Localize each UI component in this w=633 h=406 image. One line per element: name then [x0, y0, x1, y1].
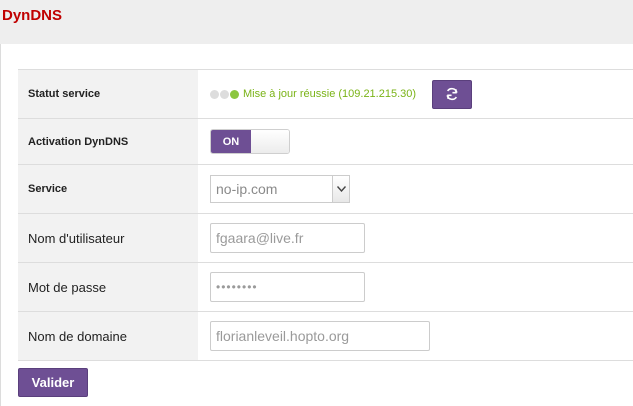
chevron-down-icon [332, 176, 349, 202]
service-selected-value: no-ip.com [216, 181, 278, 197]
row-service: Service no-ip.com [18, 164, 633, 214]
domain-field[interactable]: florianleveil.hopto.org [210, 321, 430, 351]
toggle-off-handle [251, 130, 289, 153]
header-bar: DynDNS [0, 0, 633, 44]
password-label: Mot de passe [18, 262, 198, 312]
service-label: Service [18, 164, 198, 214]
page-title: DynDNS [2, 7, 63, 24]
row-domain: Nom de domaine florianleveil.hopto.org [18, 311, 633, 361]
row-username: Nom d'utilisateur fgaara@live.fr [18, 213, 633, 263]
status-dots [210, 89, 239, 99]
row-password: Mot de passe •••••••• [18, 262, 633, 312]
status-dot-active [230, 89, 239, 99]
submit-button[interactable]: Valider [18, 368, 88, 397]
row-service-status: Statut service Mise à jour réussie (109.… [18, 69, 633, 119]
username-field[interactable]: fgaara@live.fr [210, 223, 365, 253]
refresh-button[interactable] [432, 79, 473, 109]
refresh-icon [446, 87, 458, 101]
password-field[interactable]: •••••••• [210, 272, 365, 302]
status-label: Statut service [18, 69, 198, 119]
status-dot-2 [220, 89, 229, 99]
status-dot-1 [210, 89, 219, 99]
activation-label: Activation DynDNS [18, 118, 198, 165]
status-message: Mise à jour réussie (109.21.215.30) [243, 88, 417, 100]
toggle-on-label: ON [211, 130, 251, 153]
username-label: Nom d'utilisateur [18, 213, 198, 263]
dyndns-form-table: Statut service Mise à jour réussie (109.… [18, 69, 633, 361]
row-activation: Activation DynDNS ON [18, 118, 633, 165]
activation-toggle[interactable]: ON [210, 129, 290, 154]
service-select[interactable]: no-ip.com [210, 175, 350, 203]
domain-label: Nom de domaine [18, 311, 198, 361]
status-indicator: Mise à jour réussie (109.21.215.30) [210, 79, 633, 109]
